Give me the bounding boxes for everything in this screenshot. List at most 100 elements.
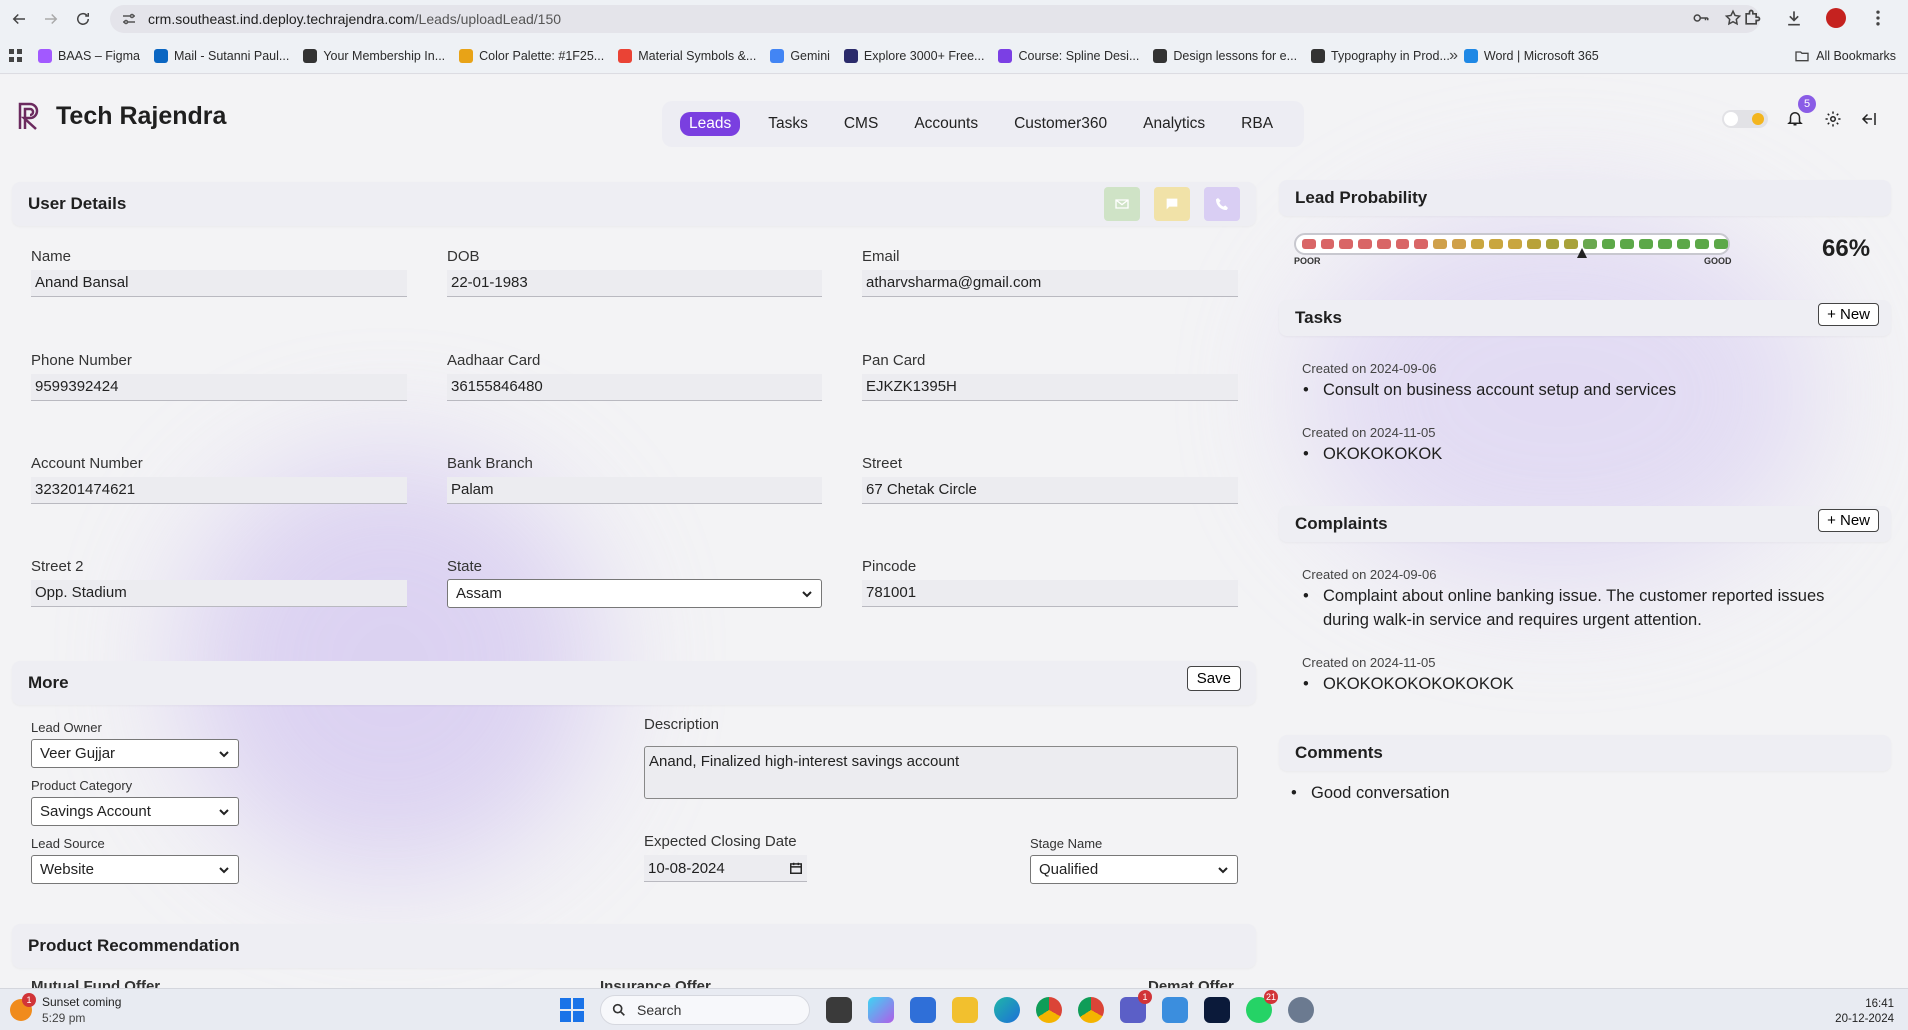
call-button[interactable] xyxy=(1204,187,1240,221)
taskbar-search[interactable]: Search xyxy=(600,995,810,1025)
name-label: Name xyxy=(31,248,72,265)
nav-cms[interactable]: CMS xyxy=(844,115,878,133)
copilot-icon[interactable] xyxy=(868,997,894,1023)
save-button[interactable]: Save xyxy=(1186,666,1241,691)
bookmark-item[interactable]: Material Symbols &... xyxy=(618,48,756,63)
header-actions: 5 xyxy=(1722,95,1878,129)
meter-segment xyxy=(1508,239,1522,249)
bookmark-item[interactable]: BAAS – Figma xyxy=(38,48,140,63)
clock[interactable]: 16:41 20-12-2024 xyxy=(1835,997,1894,1027)
account-number-label: Account Number xyxy=(31,455,143,472)
street-field[interactable]: 67 Chetak Circle xyxy=(862,477,1238,504)
teams-icon[interactable]: 1 xyxy=(1120,990,1152,1023)
password-key-icon[interactable] xyxy=(1692,9,1710,27)
bookmark-star-icon[interactable] xyxy=(1724,9,1742,27)
bookmark-favicon-icon xyxy=(38,48,52,63)
crm-app: Tech Rajendra Leads Tasks CMS Accounts C… xyxy=(0,75,1908,988)
mutual-fund-offer-label: Mutual Fund Offer xyxy=(31,978,161,988)
forward-icon[interactable] xyxy=(38,6,64,32)
task-view-icon[interactable] xyxy=(826,997,852,1023)
name-field[interactable]: Anand Bansal xyxy=(31,270,407,297)
bookmark-item[interactable]: Course: Spline Desi... xyxy=(998,48,1139,63)
nav-tasks[interactable]: Tasks xyxy=(768,115,808,133)
all-bookmarks[interactable]: All Bookmarks xyxy=(1794,48,1896,64)
bookmark-item[interactable]: Word | Microsoft 365 xyxy=(1463,48,1599,63)
bookmark-list: BAAS – Figma Mail - Sutanni Paul... Your M… xyxy=(38,48,1613,63)
windows-start-icon[interactable] xyxy=(560,998,584,1022)
task-created-date: Created on 2024-11-05 xyxy=(1302,425,1436,440)
state-select[interactable]: Assam xyxy=(447,579,822,608)
brand[interactable]: Tech Rajendra xyxy=(16,101,226,131)
notifications[interactable]: 5 xyxy=(1786,95,1816,129)
chrome-profile-icon[interactable] xyxy=(1078,997,1104,1023)
weather-widget[interactable]: 1 Sunset coming 5:29 pm xyxy=(10,993,121,1025)
whatsapp-icon[interactable]: 21 xyxy=(1246,990,1278,1023)
edge-icon[interactable] xyxy=(994,997,1020,1023)
theme-toggle[interactable] xyxy=(1722,110,1768,128)
pan-field[interactable]: EJKZK1395H xyxy=(862,374,1238,401)
bookmark-item[interactable]: Gemini xyxy=(770,48,830,63)
site-settings-icon[interactable] xyxy=(120,10,138,28)
meter-segment xyxy=(1414,239,1429,249)
bookmark-item[interactable]: Your Membership In... xyxy=(303,48,445,63)
phone-field[interactable]: 9599392424 xyxy=(31,374,407,401)
email-button[interactable] xyxy=(1104,187,1140,221)
bookmark-item[interactable]: Explore 3000+ Free... xyxy=(843,48,984,63)
bookmark-item[interactable]: Design lessons for e... xyxy=(1153,48,1297,63)
stage-name-select[interactable]: Qualified xyxy=(1030,855,1238,884)
reload-icon[interactable] xyxy=(70,6,96,32)
bookmarks-bar: BAAS – Figma Mail - Sutanni Paul... Your M… xyxy=(0,38,1908,74)
nav-analytics[interactable]: Analytics xyxy=(1143,115,1205,133)
chat-button[interactable] xyxy=(1154,187,1190,221)
section-title: Complaints xyxy=(1295,514,1388,533)
description-textarea[interactable]: Anand, Finalized high-interest savings a… xyxy=(644,746,1238,799)
address-bar[interactable]: crm.southeast.ind.deploy.techrajendra.co… xyxy=(110,5,1760,33)
account-number-field[interactable]: 323201474621 xyxy=(31,477,407,504)
nav-rba[interactable]: RBA xyxy=(1241,115,1273,133)
file-explorer-icon[interactable] xyxy=(952,997,978,1023)
nav-leads[interactable]: Leads xyxy=(680,112,741,136)
task-item[interactable]: OKOKOKOKOK xyxy=(1303,442,1442,466)
bookmark-item[interactable]: Typography in Prod... xyxy=(1311,48,1450,63)
gear-icon[interactable] xyxy=(1824,110,1842,128)
bank-branch-field[interactable]: Palam xyxy=(447,477,822,504)
complaint-item[interactable]: Complaint about online banking issue. Th… xyxy=(1303,584,1863,632)
extensions-icon[interactable] xyxy=(1742,8,1762,28)
new-complaint-button[interactable]: + New xyxy=(1818,509,1879,532)
aadhaar-field[interactable]: 36155846480 xyxy=(447,374,822,401)
email-field[interactable]: atharvsharma@gmail.com xyxy=(862,270,1238,297)
state-value: Assam xyxy=(456,585,502,602)
settings-icon[interactable] xyxy=(1288,997,1314,1023)
browser-menu-icon[interactable] xyxy=(1868,8,1888,28)
clock-time: 16:41 xyxy=(1865,998,1894,1010)
more-header: More Save xyxy=(12,661,1256,705)
bookmark-favicon-icon xyxy=(153,48,168,63)
lead-owner-select[interactable]: Veer Gujjar xyxy=(31,739,239,768)
stage-name-label: Stage Name xyxy=(1030,836,1103,851)
chrome-icon[interactable] xyxy=(1036,997,1062,1023)
pincode-field[interactable]: 781001 xyxy=(862,580,1238,607)
photos-icon[interactable] xyxy=(1162,997,1188,1023)
apps-grid-icon[interactable] xyxy=(8,48,24,64)
street2-field[interactable]: Opp. Stadium xyxy=(31,580,407,607)
calendar-icon[interactable] xyxy=(789,861,803,875)
lead-source-select[interactable]: Website xyxy=(31,855,239,884)
new-task-button[interactable]: + New xyxy=(1818,303,1879,326)
profile-avatar[interactable] xyxy=(1826,8,1846,28)
complaint-item[interactable]: OKOKOKOKOKOKOKOK xyxy=(1303,672,1514,696)
photoshop-icon[interactable] xyxy=(1204,997,1230,1023)
nav-accounts[interactable]: Accounts xyxy=(914,115,978,133)
more-bookmarks-icon[interactable]: » xyxy=(1449,47,1458,65)
bookmark-item[interactable]: Color Palette: #1F25... xyxy=(459,48,604,63)
task-item[interactable]: Consult on business account setup and se… xyxy=(1303,378,1676,402)
clock-date: 20-12-2024 xyxy=(1835,1013,1894,1025)
nav-customer360[interactable]: Customer360 xyxy=(1014,115,1107,133)
bookmark-item[interactable]: Mail - Sutanni Paul... xyxy=(153,48,289,63)
product-category-select[interactable]: Savings Account xyxy=(31,797,239,826)
download-icon[interactable] xyxy=(1784,8,1804,28)
back-icon[interactable] xyxy=(6,6,32,32)
dob-field[interactable]: 22-01-1983 xyxy=(447,270,822,297)
closing-date-input[interactable]: 10-08-2024 xyxy=(644,855,807,882)
logout-icon[interactable] xyxy=(1860,110,1878,128)
store-icon[interactable] xyxy=(910,997,936,1023)
